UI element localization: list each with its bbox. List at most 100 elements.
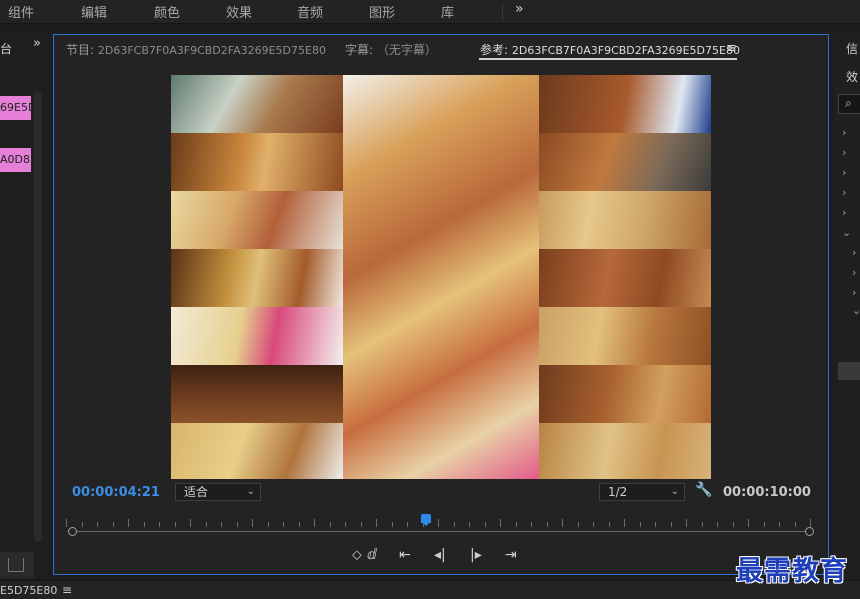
video-frame[interactable] bbox=[171, 75, 711, 479]
tab-captions-label: 字幕: bbox=[345, 43, 374, 57]
video-tile bbox=[539, 365, 711, 423]
ruler-tick bbox=[391, 522, 393, 527]
workspace-tab-audio[interactable]: 音频 bbox=[297, 2, 323, 21]
chevron-right-icon[interactable]: › bbox=[842, 166, 846, 179]
project-panel-title: 台 bbox=[0, 42, 13, 56]
clip-item[interactable]: A0D83 bbox=[0, 148, 31, 172]
clip-item[interactable]: 69E5D bbox=[0, 96, 31, 120]
ruler-tick bbox=[608, 522, 610, 527]
ruler-tick bbox=[97, 522, 98, 527]
video-tile bbox=[171, 307, 343, 365]
chevron-right-icon[interactable]: › bbox=[842, 146, 846, 159]
ruler-tick bbox=[112, 522, 114, 527]
chevron-right-icon[interactable]: › bbox=[852, 286, 856, 299]
wrench-icon[interactable]: 🔧 bbox=[695, 482, 712, 498]
chevron-right-icon[interactable]: › bbox=[842, 126, 846, 139]
workspace-overflow-icon[interactable]: » bbox=[515, 1, 524, 17]
go-to-in-point-icon[interactable]: ⇤ bbox=[399, 547, 411, 563]
ruler-tick bbox=[298, 522, 300, 527]
ruler-tick bbox=[794, 522, 796, 527]
timeline-header: E5D75E80 ≡ bbox=[0, 580, 860, 599]
chevron-down-icon: ⌄ bbox=[670, 486, 679, 497]
selected-effect-row[interactable] bbox=[838, 362, 860, 380]
effects-search-input[interactable]: ⌕ bbox=[838, 94, 860, 114]
link-icon[interactable]: ⅆ bbox=[367, 547, 377, 563]
tab-program[interactable]: 节目: 2D63FCB7F0A3F9CBD2FA3269E5D75E80 bbox=[66, 41, 326, 58]
search-icon: ⌕ bbox=[845, 96, 852, 110]
workspace-tab-graphics[interactable]: 图形 bbox=[369, 2, 395, 21]
video-tile bbox=[539, 307, 711, 365]
ruler-tick bbox=[329, 522, 331, 527]
ruler-tick bbox=[639, 522, 641, 527]
tab-reference[interactable]: 参考: 2D63FCB7F0A3F9CBD2FA3269E5D75E80 bbox=[480, 41, 740, 58]
ruler-tick bbox=[810, 519, 811, 527]
resolution-select[interactable]: 1/2 ⌄ bbox=[599, 483, 685, 501]
video-tile bbox=[539, 423, 711, 479]
chevron-down-icon: ⌄ bbox=[246, 486, 255, 497]
video-tile bbox=[539, 75, 711, 133]
ruler-tick bbox=[577, 522, 579, 527]
ruler-tick bbox=[562, 519, 563, 527]
export-icon[interactable] bbox=[8, 558, 24, 572]
ruler-tick bbox=[376, 519, 377, 527]
workspace-tab-editing[interactable]: 编辑 bbox=[81, 2, 107, 21]
ruler-tick bbox=[763, 522, 765, 527]
video-tile bbox=[171, 423, 343, 479]
ruler-tick bbox=[66, 519, 67, 527]
ruler-tick bbox=[81, 522, 83, 527]
panel-overflow-icon[interactable]: » bbox=[33, 36, 41, 51]
tab-captions[interactable]: 字幕: （无字幕） bbox=[345, 41, 437, 58]
ruler-tick bbox=[314, 519, 315, 527]
ruler-tick bbox=[732, 522, 734, 527]
ruler-tick bbox=[143, 522, 145, 527]
workspace-bar: 组件 编辑 颜色 效果 音频 图形 库 » bbox=[0, 0, 860, 24]
workspace-tab-effects[interactable]: 效果 bbox=[226, 2, 252, 21]
workspace-tab-color[interactable]: 颜色 bbox=[154, 2, 180, 21]
chevron-right-icon[interactable]: › bbox=[852, 266, 856, 279]
ruler-tick bbox=[205, 522, 207, 527]
step-back-icon[interactable]: ◂| bbox=[434, 547, 446, 563]
effects-panel-title: 效 bbox=[846, 70, 859, 84]
go-to-out-point-icon[interactable]: ⇥ bbox=[505, 547, 517, 563]
chevron-right-icon[interactable]: › bbox=[842, 186, 846, 199]
video-tile bbox=[171, 249, 343, 307]
chevron-down-icon[interactable]: ⌄ bbox=[852, 304, 860, 317]
in-point-handle[interactable] bbox=[68, 527, 77, 536]
ruler-tick bbox=[655, 522, 656, 527]
out-point-handle[interactable] bbox=[805, 527, 814, 536]
effects-panel: 信 效 ⌕ › › › › › ⌄ › › › ⌄ bbox=[834, 32, 860, 577]
ruler-tick bbox=[748, 519, 749, 527]
project-panel: 台 » 69E5D A0D83 bbox=[0, 32, 48, 578]
playhead[interactable] bbox=[421, 514, 431, 526]
ruler-tick bbox=[267, 522, 269, 527]
sequence-tab[interactable]: E5D75E80 bbox=[0, 584, 57, 597]
scrub-bar[interactable] bbox=[72, 531, 809, 532]
time-ruler[interactable] bbox=[66, 515, 811, 527]
ruler-tick bbox=[128, 519, 129, 527]
chevron-right-icon[interactable]: › bbox=[842, 206, 846, 219]
info-panel-title: 信 bbox=[846, 42, 859, 56]
insert-marker-icon[interactable]: ⬦ bbox=[352, 547, 362, 563]
video-tile bbox=[539, 133, 711, 191]
current-timecode[interactable]: 00:00:04:21 bbox=[72, 485, 160, 500]
ruler-tick bbox=[717, 522, 718, 527]
workspace-tab-assembly[interactable]: 组件 bbox=[8, 2, 34, 21]
ruler-tick bbox=[500, 519, 501, 527]
hamburger-icon[interactable]: ≡ bbox=[726, 41, 737, 56]
ruler-tick bbox=[221, 522, 222, 527]
hamburger-icon[interactable]: ≡ bbox=[62, 583, 72, 597]
duration-timecode: 00:00:10:00 bbox=[723, 485, 811, 500]
workspace-tab-libraries[interactable]: 库 bbox=[441, 2, 454, 21]
chevron-right-icon[interactable]: › bbox=[852, 246, 856, 259]
vertical-scrollbar[interactable] bbox=[34, 92, 42, 542]
active-tab-indicator bbox=[479, 58, 737, 60]
ruler-tick bbox=[438, 519, 439, 527]
ruler-tick bbox=[190, 519, 191, 527]
ruler-tick bbox=[546, 522, 548, 527]
ruler-tick bbox=[686, 519, 687, 527]
zoom-level-select[interactable]: 适合 ⌄ bbox=[175, 483, 261, 501]
ruler-tick bbox=[407, 522, 408, 527]
video-tile bbox=[171, 191, 343, 249]
chevron-down-icon[interactable]: ⌄ bbox=[842, 226, 851, 239]
step-forward-icon[interactable]: |▸ bbox=[470, 547, 482, 563]
